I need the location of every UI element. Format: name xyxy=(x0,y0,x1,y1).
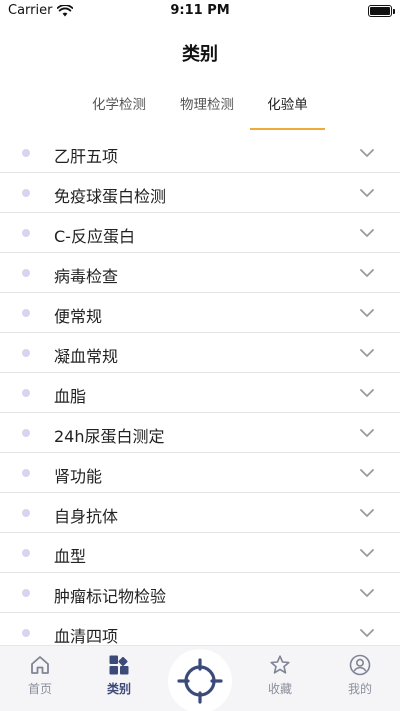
bullet-dot xyxy=(22,149,30,157)
bullet-dot xyxy=(22,629,30,637)
tab-chemistry[interactable]: 化学检测 xyxy=(80,96,158,130)
list-item[interactable]: 血清四项 xyxy=(0,613,400,645)
bullet-dot xyxy=(22,469,30,477)
list-item-label: 病毒检查 xyxy=(54,267,119,286)
star-icon xyxy=(270,655,290,674)
list-item[interactable]: 血脂 xyxy=(0,373,400,413)
list-item-label: 乙肝五项 xyxy=(54,147,119,166)
list-item-label: 血清四项 xyxy=(54,627,119,645)
tabbar-category[interactable]: 类别 xyxy=(89,654,149,697)
tabbar-category-label: 类别 xyxy=(106,682,131,696)
chevron-down-icon[interactable] xyxy=(360,146,374,160)
tabbar-favorites-label: 收藏 xyxy=(267,682,292,696)
list-item[interactable]: 乙肝五项 xyxy=(0,133,400,173)
tabbar-home[interactable]: 首页 xyxy=(10,654,70,697)
list-item-label: 肿瘤标记物检验 xyxy=(54,587,167,606)
user-icon xyxy=(349,654,371,676)
chevron-down-icon[interactable] xyxy=(360,346,374,360)
battery-icon xyxy=(368,5,395,17)
list-item-label: 血型 xyxy=(54,547,87,566)
list-item[interactable]: 血型 xyxy=(0,533,400,573)
bullet-dot xyxy=(22,549,30,557)
chevron-down-icon[interactable] xyxy=(360,466,374,480)
chevron-down-icon[interactable] xyxy=(360,186,374,200)
list-item-label: 凝血常规 xyxy=(54,347,119,366)
list-item[interactable]: 病毒检查 xyxy=(0,253,400,293)
list-item[interactable]: 凝血常规 xyxy=(0,333,400,373)
chevron-down-icon[interactable] xyxy=(360,386,374,400)
list-item[interactable]: C-反应蛋白 xyxy=(0,213,400,253)
category-icon xyxy=(109,655,129,675)
tabbar-mine-label: 我的 xyxy=(347,682,372,696)
chevron-down-icon[interactable] xyxy=(360,426,374,440)
status-bar: Carrier 9:11 PM xyxy=(0,0,400,22)
chevron-down-icon[interactable] xyxy=(360,586,374,600)
tabbar-home-label: 首页 xyxy=(27,682,52,696)
tab-physics[interactable]: 物理检测 xyxy=(168,96,246,130)
list-item-label: C-反应蛋白 xyxy=(54,227,135,246)
list-item-label: 24h尿蛋白测定 xyxy=(54,427,165,446)
segment-tabs: 化学检测 物理检测 化验单 xyxy=(0,88,400,132)
list-item[interactable]: 免疫球蛋白检测 xyxy=(0,173,400,213)
list-item-label: 血脂 xyxy=(54,387,87,406)
home-icon xyxy=(31,656,49,674)
bullet-dot xyxy=(22,189,30,197)
chevron-down-icon[interactable] xyxy=(360,226,374,240)
chevron-down-icon[interactable] xyxy=(360,306,374,320)
list-item[interactable]: 便常规 xyxy=(0,293,400,333)
chevron-down-icon[interactable] xyxy=(360,506,374,520)
list-item[interactable]: 肿瘤标记物检验 xyxy=(0,573,400,613)
target-icon xyxy=(177,658,223,704)
status-time: 9:11 PM xyxy=(170,3,230,18)
list-item-label: 便常规 xyxy=(54,307,103,326)
chevron-down-icon[interactable] xyxy=(360,626,374,640)
chevron-down-icon[interactable] xyxy=(360,266,374,280)
bullet-dot xyxy=(22,349,30,357)
list-item-label: 免疫球蛋白检测 xyxy=(54,187,167,206)
bullet-dot xyxy=(22,509,30,517)
bullet-dot xyxy=(22,389,30,397)
list-item-label: 肾功能 xyxy=(54,467,103,486)
list-item[interactable]: 肾功能 xyxy=(0,453,400,493)
chevron-down-icon[interactable] xyxy=(360,546,374,560)
scan-button[interactable] xyxy=(168,649,232,711)
tab-lab-sheet[interactable]: 化验单 xyxy=(250,96,325,130)
bullet-dot xyxy=(22,429,30,437)
tabbar-mine[interactable]: 我的 xyxy=(330,654,390,697)
bullet-dot xyxy=(22,589,30,597)
bottom-tab-bar: 首页 类别 收藏 我的 xyxy=(0,645,400,711)
list-item[interactable]: 自身抗体 xyxy=(0,493,400,533)
tabbar-favorites[interactable]: 收藏 xyxy=(250,654,310,697)
list-item[interactable]: 24h尿蛋白测定 xyxy=(0,413,400,453)
category-list: 乙肝五项 免疫球蛋白检测 C-反应蛋白 病毒检查 便常规 凝血常规 血脂 24h… xyxy=(0,133,400,645)
bullet-dot xyxy=(22,309,30,317)
bullet-dot xyxy=(22,269,30,277)
active-tab-indicator xyxy=(250,128,325,130)
list-item-label: 自身抗体 xyxy=(54,507,119,526)
page-title: 类别 xyxy=(182,44,218,65)
bullet-dot xyxy=(22,229,30,237)
